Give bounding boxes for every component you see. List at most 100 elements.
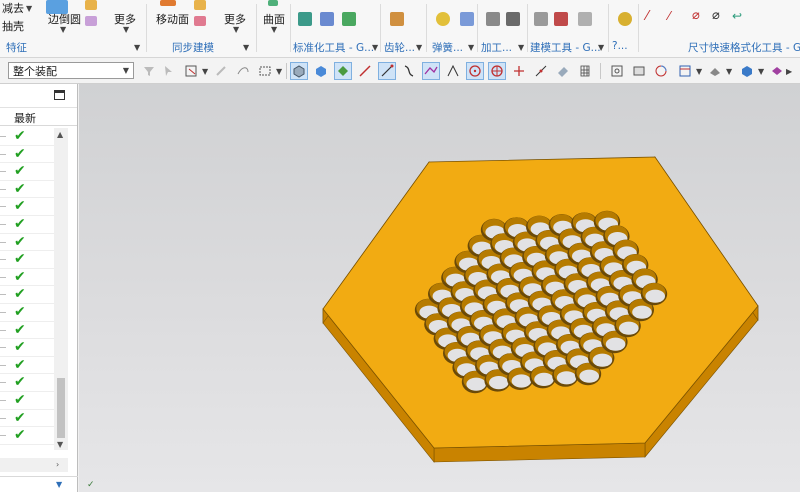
point-on-face-icon[interactable]: [554, 62, 572, 80]
render-style-icon[interactable]: [706, 62, 724, 80]
chevron-down-icon[interactable]: ▼: [276, 67, 282, 76]
modeling-3-icon[interactable]: [578, 12, 592, 26]
assembly-scope-select[interactable]: 整个装配 ▼: [8, 62, 134, 79]
std-tool-1-icon[interactable]: [298, 12, 312, 26]
chevron-down-icon[interactable]: ▼: [372, 43, 378, 52]
navigator-row[interactable]: ✔: [0, 128, 54, 146]
navigator-row[interactable]: ✔: [0, 198, 54, 216]
lasso-icon[interactable]: [234, 62, 252, 80]
existing-point-icon[interactable]: [510, 62, 528, 80]
move-face-icon[interactable]: [160, 0, 176, 6]
chevron-down-icon[interactable]: ▼: [726, 67, 732, 76]
gear-icon[interactable]: [390, 12, 404, 26]
machining-1-icon[interactable]: [486, 12, 500, 26]
dimension-tool-2-icon[interactable]: ⁄: [668, 9, 670, 23]
visibility-icon[interactable]: [768, 62, 786, 80]
chevron-down-icon[interactable]: ▼: [271, 25, 277, 34]
vertical-scrollbar[interactable]: ▲ ▼: [54, 128, 68, 450]
body-select-icon[interactable]: [312, 62, 330, 80]
select-box-icon[interactable]: [182, 62, 200, 80]
bounded-grid-icon[interactable]: [576, 62, 594, 80]
chevron-down-icon[interactable]: ▼: [123, 66, 129, 75]
navigator-row[interactable]: ✔: [0, 410, 54, 428]
line-icon[interactable]: [356, 62, 374, 80]
chevron-down-icon[interactable]: ▼: [416, 43, 422, 52]
navigator-row[interactable]: ✔: [0, 392, 54, 410]
std-tool-2-icon[interactable]: [320, 12, 334, 26]
graphics-viewport[interactable]: ✓: [79, 84, 800, 492]
draft-icon[interactable]: [85, 16, 97, 26]
face-select-icon[interactable]: [290, 62, 308, 80]
navigator-row[interactable]: ✔: [0, 322, 54, 340]
endpoint-icon[interactable]: [378, 62, 396, 80]
chevron-down-icon[interactable]: ▼: [60, 25, 66, 34]
spring-icon[interactable]: [436, 12, 450, 26]
shell-button[interactable]: 抽壳: [2, 18, 24, 34]
subtract-button[interactable]: 减去 ▼: [2, 0, 32, 16]
scrollbar-thumb[interactable]: [57, 378, 65, 438]
intersection-icon[interactable]: [444, 62, 462, 80]
hexagonal-plate-model[interactable]: [79, 84, 800, 492]
arc-center-icon[interactable]: [466, 62, 484, 80]
chevron-down-icon[interactable]: ▼: [758, 67, 764, 76]
maximize-icon[interactable]: [54, 90, 65, 100]
column-header-latest[interactable]: 最新: [0, 108, 77, 126]
modeling-2-icon[interactable]: [554, 12, 568, 26]
navigator-row[interactable]: ✔: [0, 427, 54, 445]
point-snap-icon[interactable]: [334, 62, 352, 80]
chevron-right-icon[interactable]: ▶: [786, 67, 792, 76]
move-face-button[interactable]: 移动面: [156, 11, 189, 27]
navigator-row[interactable]: ✔: [0, 269, 54, 287]
curve-icon[interactable]: [400, 62, 418, 80]
pattern-icon[interactable]: [85, 0, 97, 10]
horizontal-scrollbar[interactable]: ›: [0, 458, 68, 472]
navigator-row[interactable]: ✔: [0, 163, 54, 181]
return-icon[interactable]: ↩: [732, 9, 742, 23]
navigator-row[interactable]: ✔: [0, 234, 54, 252]
chevron-down-icon[interactable]: ▼: [56, 480, 62, 489]
chevron-down-icon[interactable]: ▼: [468, 43, 474, 52]
std-tool-3-icon[interactable]: [342, 12, 356, 26]
navigator-row[interactable]: ✔: [0, 251, 54, 269]
scroll-up-icon[interactable]: ▲: [57, 130, 63, 139]
navigator-row[interactable]: ✔: [0, 374, 54, 392]
shaded-cube-icon[interactable]: [738, 62, 756, 80]
orient-view-icon[interactable]: [676, 62, 694, 80]
navigator-row[interactable]: ✔: [0, 339, 54, 357]
navigator-row[interactable]: ✔: [0, 286, 54, 304]
modeling-1-icon[interactable]: [534, 12, 548, 26]
navigator-row[interactable]: ✔: [0, 181, 54, 199]
chevron-down-icon[interactable]: ▼: [598, 43, 604, 52]
diameter-2-icon[interactable]: ⌀: [712, 8, 720, 23]
midpoint-icon[interactable]: [422, 62, 440, 80]
chevron-down-icon[interactable]: ▼: [518, 43, 524, 52]
navigator-row[interactable]: ✔: [0, 216, 54, 234]
diameter-icon[interactable]: ⌀: [692, 8, 700, 23]
snap-icon[interactable]: [212, 62, 230, 80]
navigator-row[interactable]: ✔: [0, 146, 54, 164]
scroll-down-icon[interactable]: ▼: [57, 440, 63, 449]
chevron-down-icon[interactable]: ▼: [696, 67, 702, 76]
filter-icon[interactable]: [140, 62, 158, 80]
chevron-down-icon[interactable]: ▼: [26, 4, 32, 13]
spring-2-icon[interactable]: [460, 12, 474, 26]
dimension-tool-1-icon[interactable]: ⁄: [646, 9, 648, 24]
select-arrow-icon[interactable]: [160, 62, 178, 80]
navigator-row[interactable]: ✔: [0, 304, 54, 322]
delete-face-icon[interactable]: [194, 16, 206, 26]
coins-icon[interactable]: [618, 12, 632, 26]
chevron-down-icon[interactable]: ▼: [123, 25, 129, 34]
chevron-down-icon[interactable]: ▼: [233, 25, 239, 34]
zoom-window-icon[interactable]: [630, 62, 648, 80]
rectangle-select-icon[interactable]: [256, 62, 274, 80]
scroll-right-icon[interactable]: ›: [56, 460, 59, 469]
pull-face-icon[interactable]: [194, 0, 206, 10]
chevron-down-icon[interactable]: ▼: [243, 43, 249, 52]
view-fit-icon[interactable]: [608, 62, 626, 80]
quadrant-point-icon[interactable]: [488, 62, 506, 80]
rotate-view-icon[interactable]: [652, 62, 670, 80]
chevron-down-icon[interactable]: ▼: [202, 67, 208, 76]
point-on-curve-icon[interactable]: [532, 62, 550, 80]
navigator-row[interactable]: ✔: [0, 357, 54, 375]
machining-2-icon[interactable]: [506, 12, 520, 26]
